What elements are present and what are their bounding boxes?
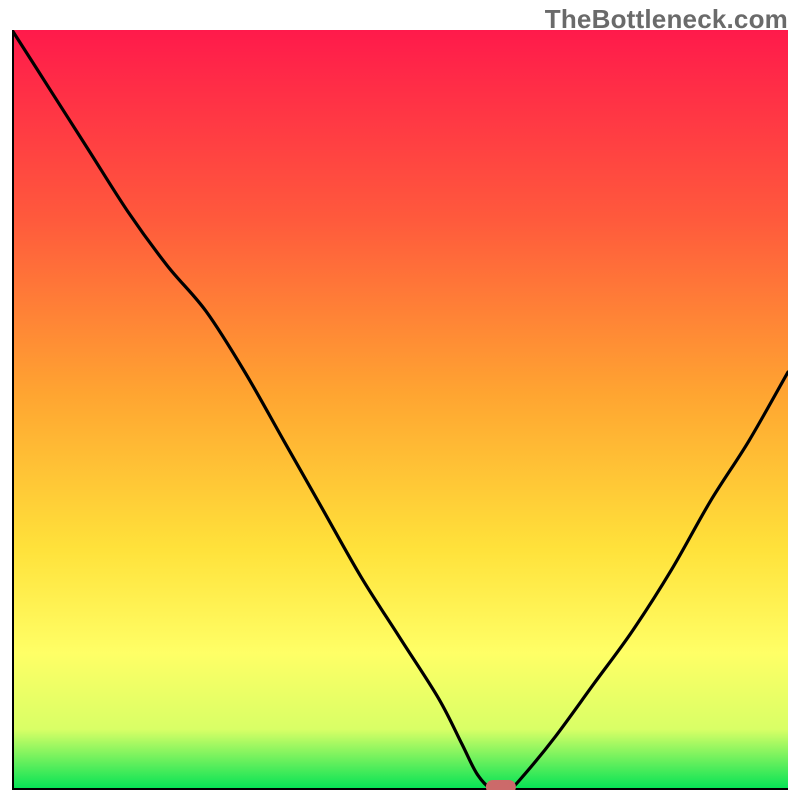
plot-background (12, 30, 788, 790)
optimal-marker (486, 780, 516, 790)
watermark-text: TheBottleneck.com (545, 4, 788, 35)
bottleneck-chart (12, 30, 788, 790)
